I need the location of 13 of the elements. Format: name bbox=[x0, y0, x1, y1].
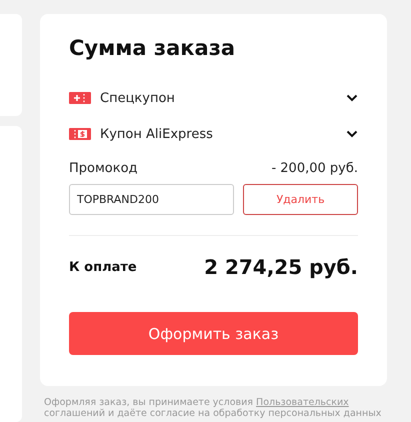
promo-label: Промокод bbox=[69, 160, 138, 176]
coupon-row[interactable]: Купон AliExpress bbox=[69, 116, 358, 152]
terms-text: соглашений и даёте согласие на обработку персональных данных bbox=[44, 408, 382, 419]
discount-amount: - 200,00 руб. bbox=[271, 160, 358, 176]
coupon-plus-icon bbox=[69, 92, 91, 104]
coupon-row[interactable]: Спецкупон bbox=[69, 80, 358, 116]
total-label: К оплате bbox=[69, 260, 137, 274]
terms-text: Оформляя заказ, вы принимаете условия Пользовательских bbox=[44, 397, 350, 408]
coupon-dollar-icon bbox=[69, 128, 91, 140]
remove-button[interactable]: Удалить bbox=[243, 184, 358, 215]
summary-title: Сумма заказа bbox=[69, 36, 236, 60]
promo-code-field[interactable]: TOPBRAND200 bbox=[69, 184, 234, 215]
total-amount: 2 274,25 руб. bbox=[204, 255, 358, 279]
